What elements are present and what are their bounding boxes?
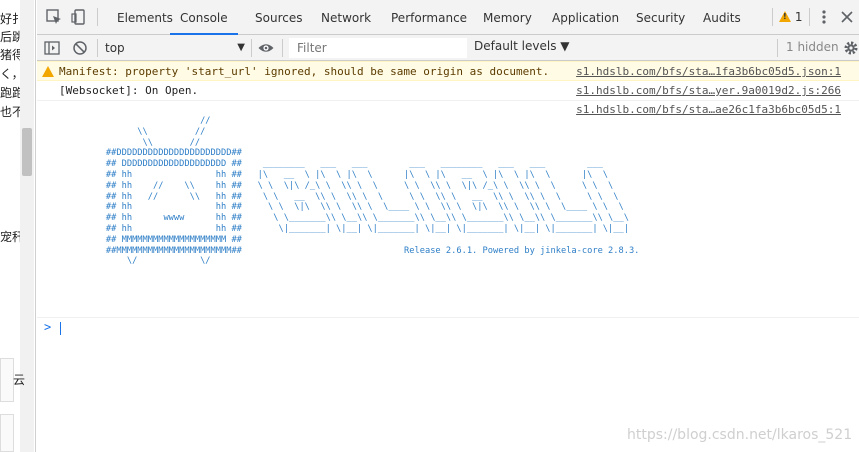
log-levels-dropdown[interactable]: Default levels ▼ <box>474 39 570 53</box>
watermark: https://blog.csdn.net/lkaros_521 <box>627 427 853 443</box>
warning-icon <box>42 66 54 77</box>
console-message-source-link[interactable]: s1.hdslb.com/bfs/sta…yer.9a0019d2.js:266 <box>576 84 841 97</box>
console-message-text: [Websocket]: On Open. <box>59 84 199 97</box>
context-selector[interactable]: top ▼ <box>105 38 245 58</box>
tabbar-divider <box>772 8 773 26</box>
toolbar-divider <box>777 39 778 57</box>
clear-console-icon[interactable] <box>71 39 89 57</box>
warning-count-badge[interactable]: 1 <box>779 10 802 24</box>
tab-console[interactable]: Console <box>170 0 238 35</box>
warning-icon <box>779 11 791 22</box>
page-left-strip: 好扌 后跳 猪得 く， 跑跑 也不 宠秆 云 <box>0 0 36 452</box>
hidden-messages-count: 1 hidden <box>786 40 839 54</box>
tabbar-divider <box>809 8 810 26</box>
console-message-log: [Websocket]: On Open. s1.hdslb.com/bfs/s… <box>37 81 859 101</box>
console-toolbar: top ▼ Default levels ▼ 1 hidden <box>37 35 859 61</box>
tab-sources[interactable]: Sources <box>255 0 302 35</box>
device-toolbar-icon[interactable] <box>70 8 88 26</box>
inspect-element-icon[interactable] <box>45 8 63 26</box>
page-side-widget[interactable] <box>0 414 14 452</box>
context-selector-value: top <box>105 41 125 55</box>
tab-network[interactable]: Network <box>321 0 371 35</box>
tab-application[interactable]: Application <box>552 0 619 35</box>
console-prompt[interactable]: > <box>37 318 859 340</box>
dropdown-arrow-icon: ▼ <box>237 42 245 53</box>
console-message-source-link[interactable]: s1.hdslb.com/bfs/sta…1fa3b6bc05d5.json:1 <box>576 65 841 78</box>
tab-security[interactable]: Security <box>636 0 685 35</box>
tab-performance[interactable]: Performance <box>391 0 467 35</box>
show-sidebar-icon[interactable] <box>43 39 61 57</box>
console-message-text: Manifest: property 'start_url' ignored, … <box>59 65 550 78</box>
live-expression-eye-icon[interactable] <box>257 39 275 57</box>
console-message-source-link[interactable]: s1.hdslb.com/bfs/sta…ae26c1fa3b6bc05d5:1 <box>576 103 841 116</box>
page-side-widget[interactable]: 云 <box>0 358 25 402</box>
console-message-warning: Manifest: property 'start_url' ignored, … <box>37 61 859 81</box>
prompt-chevron-icon: > <box>44 320 52 334</box>
page-text-fragment: 云 <box>13 373 26 387</box>
tab-audits[interactable]: Audits <box>703 0 741 35</box>
console-output[interactable]: Manifest: property 'start_url' ignored, … <box>37 61 859 452</box>
warning-count: 1 <box>794 10 803 24</box>
bilibili-ascii-art: // \\ // \\ // ##DDDDDDDDDDDDDDDDDDDDDD#… <box>105 116 640 267</box>
text-cursor <box>60 322 61 335</box>
filter-input[interactable] <box>289 38 467 58</box>
tab-memory[interactable]: Memory <box>483 0 532 35</box>
page-scrollbar-thumb[interactable] <box>22 128 32 176</box>
toolbar-divider <box>282 39 283 57</box>
devtools-panel: Elements Console Sources Network Perform… <box>37 0 859 452</box>
devtools-tabbar: Elements Console Sources Network Perform… <box>37 0 859 35</box>
console-message-log: s1.hdslb.com/bfs/sta…ae26c1fa3b6bc05d5:1… <box>37 101 859 318</box>
tabbar-divider <box>97 8 98 26</box>
toolbar-divider <box>97 39 98 57</box>
tab-elements[interactable]: Elements <box>117 0 173 35</box>
toolbar-divider <box>251 39 252 57</box>
console-settings-gear-icon[interactable] <box>842 39 859 57</box>
close-devtools-icon[interactable] <box>838 8 856 26</box>
vertical-dots-icon[interactable] <box>815 8 833 26</box>
